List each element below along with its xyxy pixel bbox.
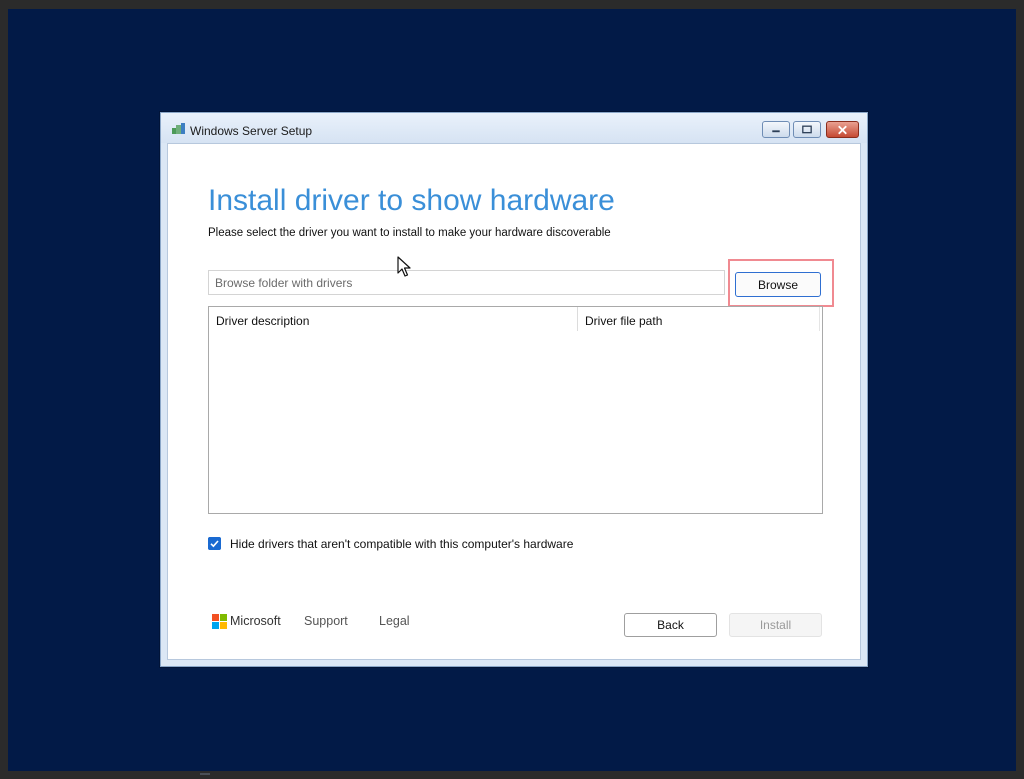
- page-title: Install driver to show hardware: [208, 184, 615, 217]
- install-button[interactable]: Install: [729, 613, 822, 637]
- column-driver-file-path[interactable]: Driver file path: [577, 307, 822, 331]
- browse-button[interactable]: Browse: [735, 272, 821, 297]
- hide-incompatible-checkbox[interactable]: [208, 537, 221, 550]
- maximize-button[interactable]: [793, 121, 821, 138]
- support-link[interactable]: Support: [304, 614, 348, 628]
- close-icon: [838, 125, 847, 135]
- setup-window: Windows Server Setup Install driver to s…: [160, 112, 868, 667]
- setup-content: Install driver to show hardware Please s…: [167, 143, 861, 660]
- minimize-button[interactable]: [762, 121, 790, 138]
- minimize-icon: [772, 130, 780, 133]
- back-button[interactable]: Back: [624, 613, 717, 637]
- close-button[interactable]: [826, 121, 859, 138]
- maximize-icon: [802, 125, 812, 134]
- driver-folder-input[interactable]: [208, 270, 725, 295]
- hide-incompatible-label: Hide drivers that aren't compatible with…: [230, 537, 574, 551]
- driver-table[interactable]: Driver description Driver file path: [208, 306, 823, 514]
- microsoft-logo-icon: [212, 614, 227, 629]
- window-title: Windows Server Setup: [190, 124, 313, 138]
- setup-icon: [172, 123, 185, 134]
- title-bar[interactable]: Windows Server Setup: [161, 113, 867, 143]
- column-divider: [819, 307, 820, 331]
- table-header: Driver description Driver file path: [209, 307, 822, 331]
- mouse-cursor-icon: [397, 256, 411, 277]
- microsoft-brand: Microsoft: [230, 614, 281, 628]
- legal-link[interactable]: Legal: [379, 614, 410, 628]
- column-driver-description[interactable]: Driver description: [209, 307, 577, 331]
- table-body: [209, 331, 822, 513]
- page-subtitle: Please select the driver you want to ins…: [208, 227, 611, 239]
- taskbar-indicator: [200, 773, 210, 775]
